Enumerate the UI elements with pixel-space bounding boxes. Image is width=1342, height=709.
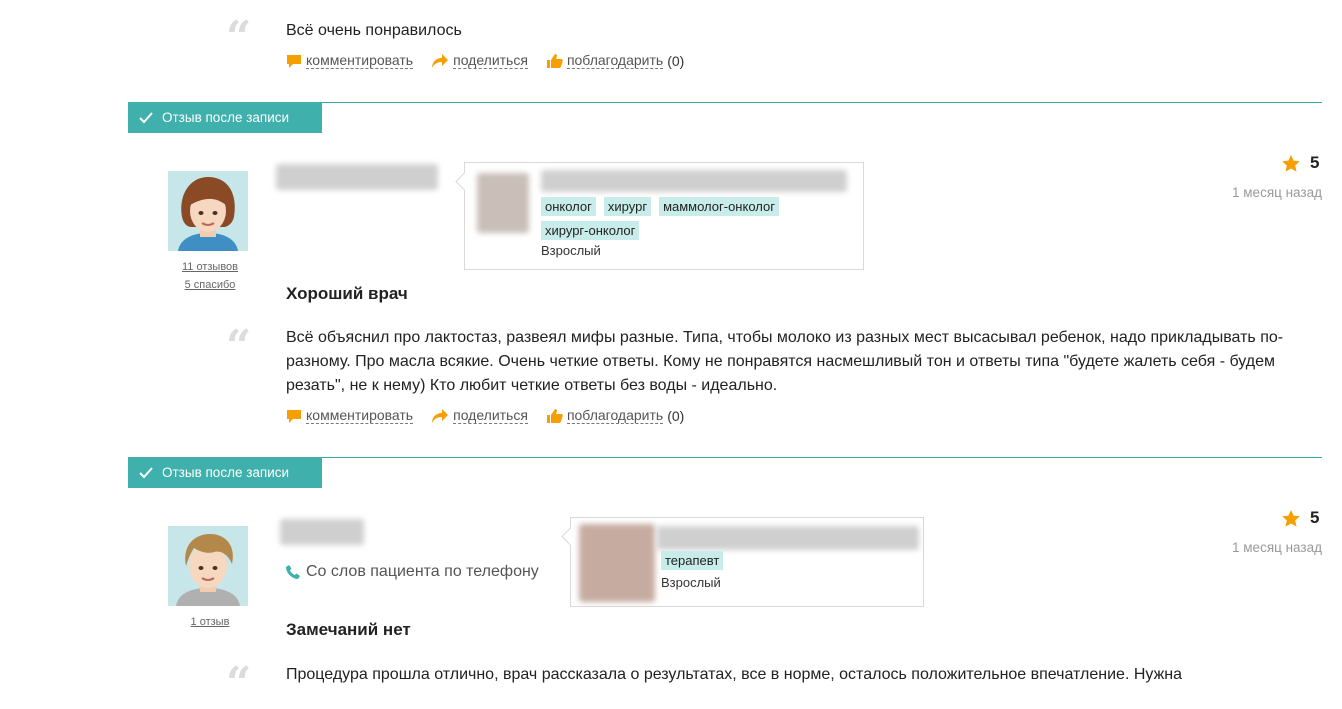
phone-icon [286,564,300,580]
doctor-specialties: онколог хирург маммолог-онколог хирург-о… [541,197,841,245]
review-text: Всё объяснил про лактостаз, развеял мифы… [286,329,1284,394]
comment-icon [286,53,302,69]
specialty-tag[interactable]: терапевт [661,551,724,570]
review-text: Процедура прошла отлично, врач рассказал… [286,666,1182,683]
star-icon [1282,509,1300,527]
thank-count: (0) [667,407,685,424]
comment-icon [286,408,302,424]
doctor-card[interactable]: онколог хирург маммолог-онколог хирург-о… [455,162,864,270]
share-icon [431,408,449,424]
age-group: Взрослый [661,575,721,590]
review-actions: комментировать поделиться поблагодарить … [286,407,684,424]
thumbs-up-icon [546,408,563,424]
star-icon [1282,154,1300,172]
share-icon [431,53,449,69]
doctor-card[interactable]: терапевт Взрослый [561,517,924,607]
quote-icon: “ [226,12,251,63]
doctor-photo [477,173,529,233]
thank-button[interactable]: поблагодарить (0) [546,52,684,69]
doctor-name-redacted [541,170,847,192]
doctor-specialties: терапевт [661,551,911,575]
doctor-name-redacted [657,526,919,550]
comment-button[interactable]: комментировать [286,52,414,69]
specialty-tag[interactable]: хирург-онколог [541,221,640,240]
user-reviews-link[interactable]: 11 отзывов [170,261,250,273]
check-icon [138,466,154,480]
user-thanks-link[interactable]: 5 спасибо [170,279,250,291]
user-reviews-link[interactable]: 1 отзыв [170,616,250,628]
specialty-tag[interactable]: онколог [541,197,596,216]
review-title: Хороший врач [286,284,408,303]
thank-count: (0) [667,52,685,69]
thank-button[interactable]: поблагодарить (0) [546,407,684,424]
doctor-photo [579,524,655,602]
user-name-redacted [280,519,364,545]
review-actions: комментировать поделиться поблагодарить … [286,52,684,69]
verified-badge: Отзыв после записи [128,457,322,488]
review-title: Замечаний нет [286,620,411,639]
specialty-tag[interactable]: хирург [603,197,652,216]
quote-icon: “ [226,658,251,709]
check-icon [138,111,154,125]
user-avatar[interactable] [168,171,248,251]
user-avatar[interactable] [168,526,248,606]
specialty-tag[interactable]: маммолог-онколог [659,197,779,216]
review-text: Всё очень понравилось [286,22,462,39]
age-group: Взрослый [541,243,601,258]
comment-button[interactable]: комментировать [286,407,414,424]
review-date: 1 месяц назад [1232,540,1322,555]
share-button[interactable]: поделиться [431,52,528,69]
review-source: Со слов пациента по телефону [286,563,539,581]
verified-badge: Отзыв после записи [128,102,322,133]
thumbs-up-icon [546,53,563,69]
quote-icon: “ [226,321,251,372]
rating: 5 [1282,508,1319,528]
user-name-redacted [276,164,438,190]
review-date: 1 месяц назад [1232,185,1322,200]
share-button[interactable]: поделиться [431,407,528,424]
rating: 5 [1282,153,1319,173]
